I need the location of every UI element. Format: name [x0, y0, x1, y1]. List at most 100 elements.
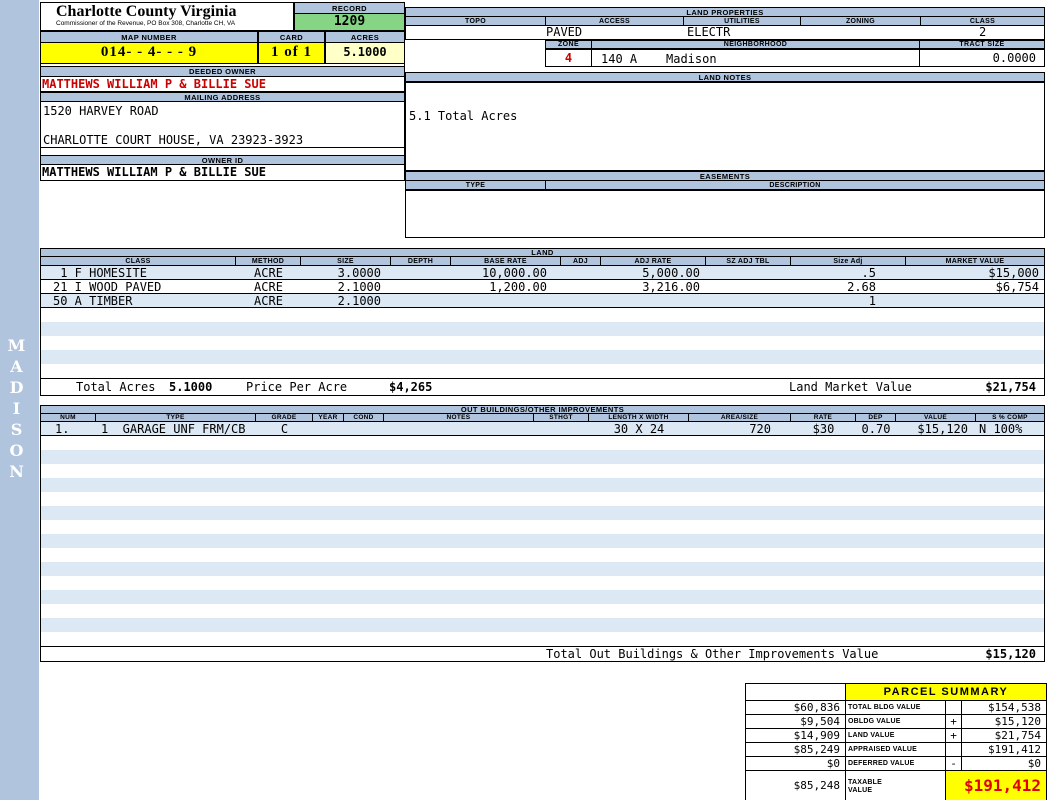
land-rows: 1 F HOMESITE ACRE 3.0000 10,000.00 5,000…: [40, 266, 1045, 379]
col-class: CLASS: [41, 257, 236, 266]
summary-value: $191,412: [960, 742, 1048, 757]
land-properties-values: PAVED ELECTR 2: [405, 26, 1045, 40]
land-class: 21 I WOOD PAVED: [53, 280, 162, 293]
county-subtitle: Commissioner of the Revenue, PO Box 308,…: [56, 20, 236, 27]
col-sthgt: STHGT: [534, 414, 589, 422]
tract-size-label: TRACT SIZE: [919, 40, 1045, 49]
col-type: TYPE: [96, 414, 256, 422]
out-building-row: 1. 1 GARAGE UNF FRM/CB C 30 X 24 720 $30…: [41, 422, 1044, 436]
col-size-adj: Size Adj: [791, 257, 906, 266]
col-method: METHOD: [236, 257, 301, 266]
record-field: RECORD 1209: [294, 2, 405, 31]
land-market-value-label: Land Market Value: [789, 380, 912, 394]
land-properties-title: LAND PROPERTIES: [405, 7, 1045, 17]
land-row: 50 A TIMBER ACRE 2.1000 1: [41, 294, 1044, 308]
ob-dep: 0.70: [861, 422, 891, 435]
col-easement-description: DESCRIPTION: [546, 181, 1044, 190]
out-buildings-table: OUT BUILDINGS/OTHER IMPROVEMENTS NUM TYP…: [40, 405, 1045, 662]
summary-value: $0: [960, 756, 1048, 771]
col-year: YEAR: [313, 414, 344, 422]
col-zoning: ZONING: [801, 17, 921, 26]
land-market-value: $6,754: [995, 280, 1039, 293]
acres-value: 5.1000: [325, 43, 405, 64]
summary-value: $154,538: [960, 700, 1048, 715]
summary-row: $85,249 APPRAISED VALUE $191,412: [745, 742, 1048, 757]
empty-row: [41, 534, 1044, 548]
map-number-value: 014- - 4- - - 9: [40, 43, 258, 64]
acres-field: ACRES 5.1000: [325, 31, 405, 64]
land-size: 2.1000: [337, 280, 381, 293]
acres-label: ACRES: [325, 31, 405, 43]
land-notes-title: LAND NOTES: [405, 72, 1045, 82]
summary-operator: -: [945, 756, 962, 771]
land-adj-rate: 5,000.00: [642, 266, 700, 279]
empty-row: [41, 548, 1044, 562]
out-buildings-title: OUT BUILDINGS/OTHER IMPROVEMENTS: [40, 405, 1045, 414]
ob-area-size: 720: [749, 422, 771, 435]
owner-id-value: MATTHEWS WILLIAM P & BILLIE SUE: [40, 165, 405, 181]
empty-row: [41, 350, 1044, 364]
land-adj-rate: 3,216.00: [642, 280, 700, 293]
summary-label: DEFERRED VALUE: [845, 756, 946, 771]
neighborhood-code: 140 A: [601, 52, 638, 66]
col-size: SIZE: [301, 257, 391, 266]
col-s-comp: S % COMP: [976, 414, 1044, 422]
col-easement-type: TYPE: [406, 181, 546, 190]
prior-value: $9,504: [745, 714, 846, 729]
summary-label: TOTAL BLDG VALUE: [845, 700, 946, 715]
card-label: CARD: [258, 31, 325, 43]
zone-label: ZONE: [545, 40, 592, 49]
parcel-summary-header: PARCEL SUMMARY: [745, 683, 1048, 701]
neighborhood-label: NEIGHBORHOOD: [591, 40, 920, 49]
land-base-rate: 10,000.00: [481, 266, 547, 279]
empty-row: [41, 590, 1044, 604]
col-dep: DEP: [856, 414, 896, 422]
price-per-acre-label: Price Per Acre: [246, 380, 348, 394]
prior-value: $60,836: [745, 700, 846, 715]
land-row: 1 F HOMESITE ACRE 3.0000 10,000.00 5,000…: [41, 266, 1044, 280]
taxable-value-row: $85,248 TAXABLE VALUE $191,412: [745, 770, 1048, 800]
prior-blank-cell: [745, 683, 846, 701]
parcel-summary: PARCEL SUMMARY $60,836 TOTAL BLDG VALUE …: [745, 683, 1048, 800]
land-class: 1 F HOMESITE: [53, 266, 147, 279]
prior-taxable-value: $85,248: [745, 770, 846, 800]
land-method: ACRE: [254, 266, 283, 279]
summary-row: $14,909 LAND VALUE + $21,754: [745, 728, 1048, 743]
col-notes: NOTES: [384, 414, 534, 422]
summary-operator: +: [945, 714, 962, 729]
land-table: LAND CLASS METHOD SIZE DEPTH BASE RATE A…: [40, 248, 1045, 396]
deeded-owner-value: MATTHEWS WILLIAM P & BILLIE SUE: [40, 77, 405, 92]
summary-label: APPRAISED VALUE: [845, 742, 946, 757]
address-line-2: CHARLOTTE COURT HOUSE, VA 23923-3923: [43, 133, 304, 147]
col-topo: TOPO: [406, 17, 546, 26]
ob-rate: $30: [812, 422, 835, 435]
empty-row: [41, 436, 1044, 450]
land-row: 21 I WOOD PAVED ACRE 2.1000 1,200.00 3,2…: [41, 280, 1044, 294]
out-buildings-rows: 1. 1 GARAGE UNF FRM/CB C 30 X 24 720 $30…: [40, 422, 1045, 647]
empty-row: [41, 562, 1044, 576]
address-line-1: 1520 HARVEY ROAD: [43, 104, 159, 118]
empty-row: [41, 464, 1044, 478]
district-label: MADISON: [7, 336, 26, 483]
out-buildings-total-value: $15,120: [985, 647, 1036, 661]
prior-value: $85,249: [745, 742, 846, 757]
ob-value: $15,120: [917, 422, 968, 435]
card-field: CARD 1 of 1: [258, 31, 325, 64]
utilities-value: ELECTR: [687, 25, 731, 39]
easements-headers: TYPE DESCRIPTION: [405, 181, 1045, 190]
prior-value: $0: [745, 756, 846, 771]
deeded-owner-label: DEEDED OWNER: [40, 66, 405, 77]
col-market-value: MARKET VALUE: [906, 257, 1044, 266]
mailing-address-label: MAILING ADDRESS: [40, 92, 405, 102]
ob-type: 1 GARAGE UNF FRM/CB: [101, 422, 246, 435]
land-size-adj: 1: [868, 294, 876, 307]
card-value: 1 of 1: [258, 43, 325, 64]
land-method: ACRE: [254, 280, 283, 293]
owner-id-label: OWNER ID: [40, 155, 405, 165]
empty-row: [41, 322, 1044, 336]
price-per-acre-value: $4,265: [389, 380, 433, 394]
map-number-field: MAP NUMBER 014- - 4- - - 9: [40, 31, 258, 64]
col-area-size: AREA/SIZE: [689, 414, 791, 422]
summary-operator: [945, 700, 962, 715]
class-value: 2: [979, 25, 987, 39]
